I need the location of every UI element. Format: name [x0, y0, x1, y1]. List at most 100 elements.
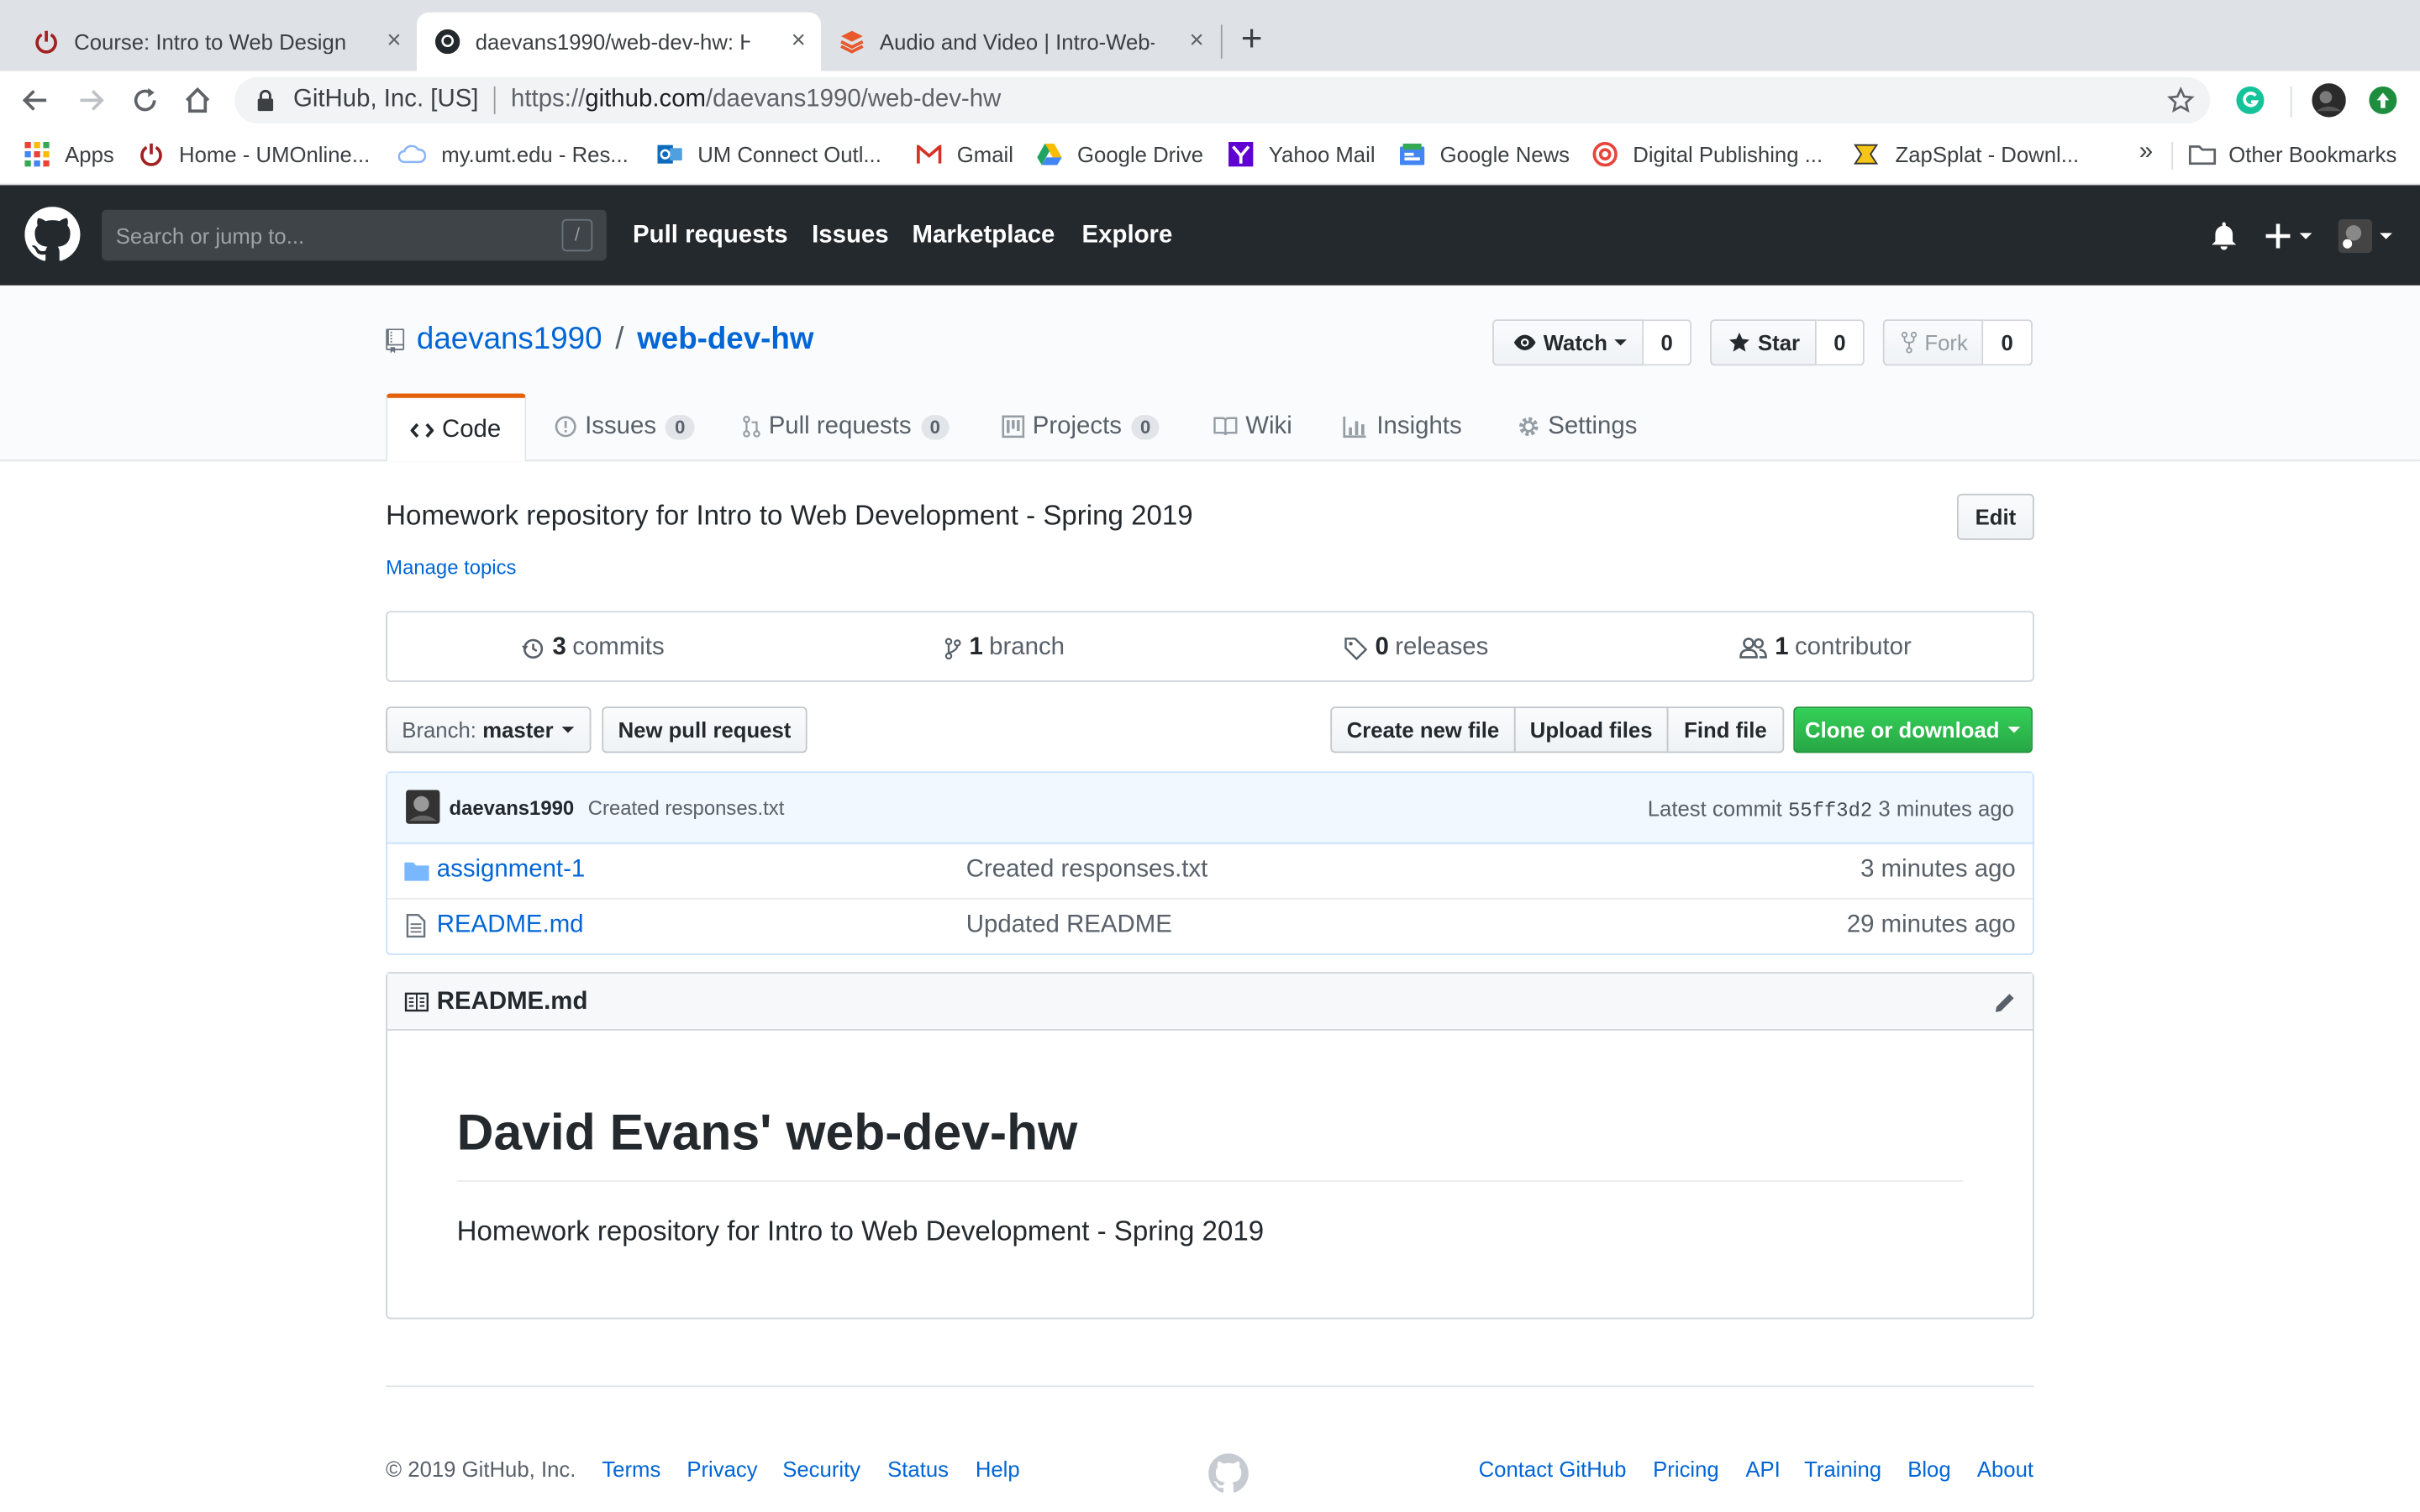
nav-issues[interactable]: Issues: [812, 222, 888, 249]
repo-owner-link[interactable]: daevans1990: [417, 323, 602, 356]
address-bar[interactable]: GitHub, Inc. [US] https://github.com/dae…: [234, 76, 2211, 123]
github-search-input[interactable]: Search or jump to... /: [102, 209, 607, 261]
footer-divider: [386, 1385, 2034, 1388]
bookmark-my-umt[interactable]: my.umt.edu - Res...: [397, 142, 629, 166]
branch-stat[interactable]: 1 branch: [944, 634, 1065, 662]
tag-icon: [1344, 637, 1368, 660]
nav-pull-requests[interactable]: Pull requests: [633, 222, 788, 249]
new-tab-button[interactable]: +: [1241, 18, 1263, 61]
bookmark-star-icon[interactable]: [2166, 86, 2195, 114]
footer-link-contact[interactable]: Contact GitHub: [1479, 1457, 1627, 1481]
code-icon: [411, 422, 434, 438]
footer-link-security[interactable]: Security: [782, 1457, 860, 1481]
readme-filename: README.md: [436, 989, 588, 1016]
branch-select-button[interactable]: Branch: master: [386, 706, 592, 753]
grammarly-extension-icon[interactable]: [2236, 86, 2265, 114]
github-mark-icon[interactable]: [1208, 1453, 1249, 1494]
footer-link-blog[interactable]: Blog: [1907, 1457, 1950, 1481]
reload-button[interactable]: [131, 87, 159, 114]
bookmarks-overflow-button[interactable]: »: [2139, 139, 2153, 166]
caret-down-icon: [1615, 339, 1628, 346]
bookmark-apps[interactable]: Apps: [24, 141, 114, 167]
commits-stat[interactable]: 3 commits: [520, 634, 665, 662]
footer-link-help[interactable]: Help: [976, 1457, 1020, 1481]
bookmark-other-bookmarks[interactable]: Other Bookmarks: [2188, 142, 2396, 166]
contributors-stat[interactable]: 1 contributor: [1739, 634, 1912, 662]
browser-tab-course[interactable]: Course: Intro to Web Design | S ×: [13, 13, 417, 71]
footer-link-terms[interactable]: Terms: [602, 1457, 660, 1481]
user-menu[interactable]: [2338, 218, 2394, 254]
bookmark-digital-publishing[interactable]: Digital Publishing ...: [1592, 141, 1823, 167]
bookmark-google-drive[interactable]: Google Drive: [1037, 142, 1203, 166]
nav-explore[interactable]: Explore: [1082, 222, 1173, 249]
footer-link-training[interactable]: Training: [1804, 1457, 1881, 1481]
releases-count: 0: [1375, 633, 1389, 661]
google-news-icon: [1399, 143, 1425, 165]
tab-issues[interactable]: Issues 0: [554, 393, 695, 459]
pencil-icon[interactable]: [1992, 990, 2017, 1015]
commit-message[interactable]: Created responses.txt: [588, 796, 785, 820]
file-commit-message[interactable]: Created responses.txt: [966, 856, 1208, 884]
bookmark-outlook[interactable]: UM Connect Outl...: [657, 142, 881, 166]
folder-icon: [2188, 144, 2217, 165]
file-commit-message[interactable]: Updated README: [966, 912, 1172, 940]
forward-button[interactable]: [77, 87, 105, 114]
bookmark-google-news[interactable]: Google News: [1399, 142, 1570, 166]
avatar: [406, 790, 440, 824]
readme-box: README.md David Evans' web-dev-hw Homewo…: [386, 972, 2034, 1320]
find-file-button[interactable]: Find file: [1666, 706, 1785, 753]
new-pull-request-button[interactable]: New pull request: [602, 706, 808, 753]
create-new-menu[interactable]: [2264, 222, 2313, 249]
home-icon: [185, 87, 210, 113]
upload-files-button[interactable]: Upload files: [1513, 706, 1669, 753]
bell-icon[interactable]: [2210, 222, 2238, 250]
star-count[interactable]: 0: [1816, 319, 1865, 366]
footer-link-privacy[interactable]: Privacy: [687, 1457, 757, 1481]
tab-insights[interactable]: Insights: [1343, 393, 1462, 459]
watch-count[interactable]: 0: [1644, 319, 1692, 366]
tab-settings[interactable]: Settings: [1518, 393, 1637, 459]
star-button[interactable]: Star: [1710, 319, 1817, 366]
browser-tab-audio-video[interactable]: Audio and Video | Intro-Web-D ×: [821, 13, 1219, 71]
commit-author-link[interactable]: daevans1990: [449, 796, 574, 820]
file-name-link[interactable]: assignment-1: [437, 856, 585, 884]
bookmark-gmail[interactable]: Gmail: [917, 142, 1013, 166]
repo-name-link[interactable]: web-dev-hw: [637, 323, 813, 356]
github-logo-icon[interactable]: [24, 207, 81, 262]
tab-pull-requests[interactable]: Pull requests 0: [742, 393, 950, 459]
close-tab-icon[interactable]: ×: [387, 28, 401, 55]
file-name-link[interactable]: README.md: [437, 912, 584, 940]
footer-link-pricing[interactable]: Pricing: [1653, 1457, 1719, 1481]
caret-down-icon: [560, 727, 574, 733]
home-button[interactable]: [184, 87, 212, 114]
browser-tab-github[interactable]: daevans1990/web-dev-hw: Ho ×: [416, 12, 822, 71]
tab-divider: [1220, 24, 1223, 59]
star-icon: [1729, 332, 1749, 352]
manage-topics-link[interactable]: Manage topics: [386, 555, 516, 579]
caret-down-icon: [2299, 233, 2312, 239]
watch-button[interactable]: Watch: [1492, 319, 1644, 366]
update-icon[interactable]: [2369, 86, 2397, 114]
footer-link-about[interactable]: About: [1977, 1457, 2033, 1481]
branch-count: 1: [969, 633, 983, 661]
clone-or-download-button[interactable]: Clone or download: [1793, 706, 2033, 753]
bookmark-yahoo-mail[interactable]: Yahoo Mail: [1228, 141, 1376, 167]
bookmark-zapsplat[interactable]: ZapSplat - Downl...: [1852, 142, 2079, 166]
tab-wiki[interactable]: Wiki: [1213, 393, 1292, 459]
close-tab-icon[interactable]: ×: [792, 28, 806, 55]
edit-description-button[interactable]: Edit: [1956, 493, 2034, 540]
footer-link-status[interactable]: Status: [887, 1457, 949, 1481]
releases-stat[interactable]: 0 releases: [1344, 633, 1488, 662]
create-new-file-button[interactable]: Create new file: [1330, 706, 1516, 753]
readme-body: Homework repository for Intro to Web Dev…: [456, 1215, 1265, 1247]
profile-avatar-icon[interactable]: [2312, 83, 2346, 118]
tab-projects[interactable]: Projects 0: [1002, 393, 1160, 459]
commit-sha-link[interactable]: 55ff3d2: [1788, 799, 1872, 822]
tab-code[interactable]: Code: [386, 393, 527, 462]
tab-label: Pull requests: [768, 412, 912, 439]
bookmark-umonline[interactable]: Home - UMOnline...: [139, 142, 370, 166]
close-tab-icon[interactable]: ×: [1189, 28, 1203, 55]
nav-marketplace[interactable]: Marketplace: [913, 222, 1055, 249]
footer-link-api[interactable]: API: [1745, 1457, 1780, 1481]
back-button[interactable]: [22, 87, 50, 114]
